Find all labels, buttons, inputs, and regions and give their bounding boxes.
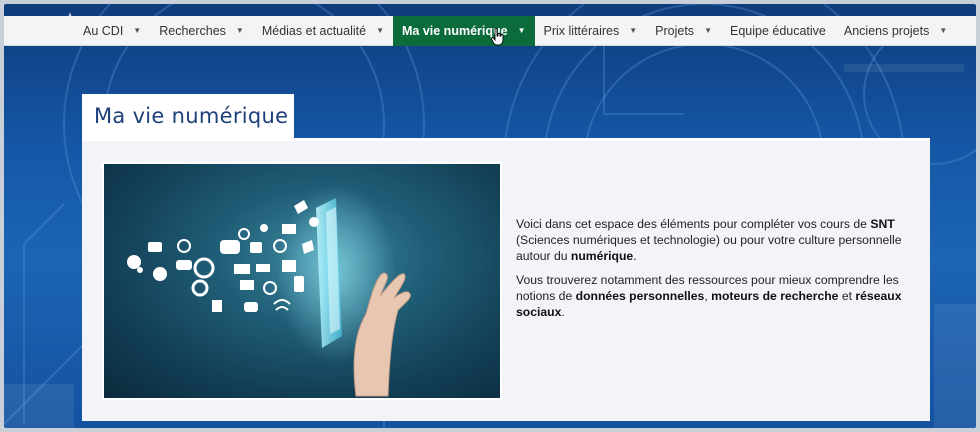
content-panel: Voici dans cet espace des éléments pour …: [82, 138, 930, 421]
nav-item-anciens-projets[interactable]: Anciens projets ▼: [835, 16, 956, 46]
chevron-down-icon: ▼: [629, 26, 638, 35]
bold-moteurs-de-recherche: moteurs de recherche: [711, 289, 839, 303]
main-navigation: Au CDI ▼ Recherches ▼ Médias et actualit…: [4, 15, 976, 46]
nav-item-ma-vie-numerique[interactable]: Ma vie numérique ▼: [393, 15, 535, 46]
bold-numerique: numérique: [570, 249, 634, 263]
hand-cursor-icon: [491, 28, 504, 46]
nav-item-label: Anciens projets: [843, 23, 930, 38]
nav-item-prix-litteraires[interactable]: Prix littéraires ▼: [535, 16, 647, 46]
nav-item-projets[interactable]: Projets ▼: [646, 16, 721, 46]
nav-item-label: Recherches: [159, 23, 226, 38]
nav-item-label: Prix littéraires: [543, 23, 620, 38]
nav-item-label: Au CDI: [83, 23, 124, 38]
chevron-down-icon: ▼: [133, 26, 142, 35]
bold-snt: SNT: [870, 217, 895, 231]
chevron-down-icon: ▼: [517, 26, 526, 35]
nav-item-label: Médias et actualité: [261, 23, 367, 38]
nav-item-label: Projets: [655, 23, 695, 38]
nav-item-au-cdi[interactable]: Au CDI ▼: [74, 16, 150, 46]
chevron-down-icon: ▼: [376, 26, 384, 35]
intro-paragraph-1: Voici dans cet espace des éléments pour …: [516, 217, 902, 263]
chevron-down-icon: ▼: [704, 26, 712, 35]
nav-item-medias-actualite[interactable]: Médias et actualité ▼: [253, 16, 393, 46]
chevron-down-icon: ▼: [939, 26, 948, 35]
page-title-tab: Ma vie numérique: [82, 94, 294, 138]
digital-life-illustration: [102, 162, 502, 400]
bold-donnees-personnelles: données personnelles: [575, 289, 705, 303]
page-title: Ma vie numérique: [94, 104, 289, 128]
browser-viewport: Au CDI ▼ Recherches ▼ Médias et actualit…: [4, 4, 976, 428]
intro-text: Voici dans cet espace des éléments pour …: [516, 216, 916, 328]
nav-item-recherches[interactable]: Recherches ▼: [150, 16, 253, 46]
chevron-down-icon: ▼: [235, 26, 244, 35]
nav-item-equipe-educative[interactable]: Equipe éducative: [721, 16, 835, 46]
hand-and-icons-illustration: [127, 184, 411, 397]
nav-item-label: Equipe éducative: [729, 23, 826, 38]
intro-paragraph-2: Vous trouverez notamment des ressources …: [516, 273, 902, 319]
